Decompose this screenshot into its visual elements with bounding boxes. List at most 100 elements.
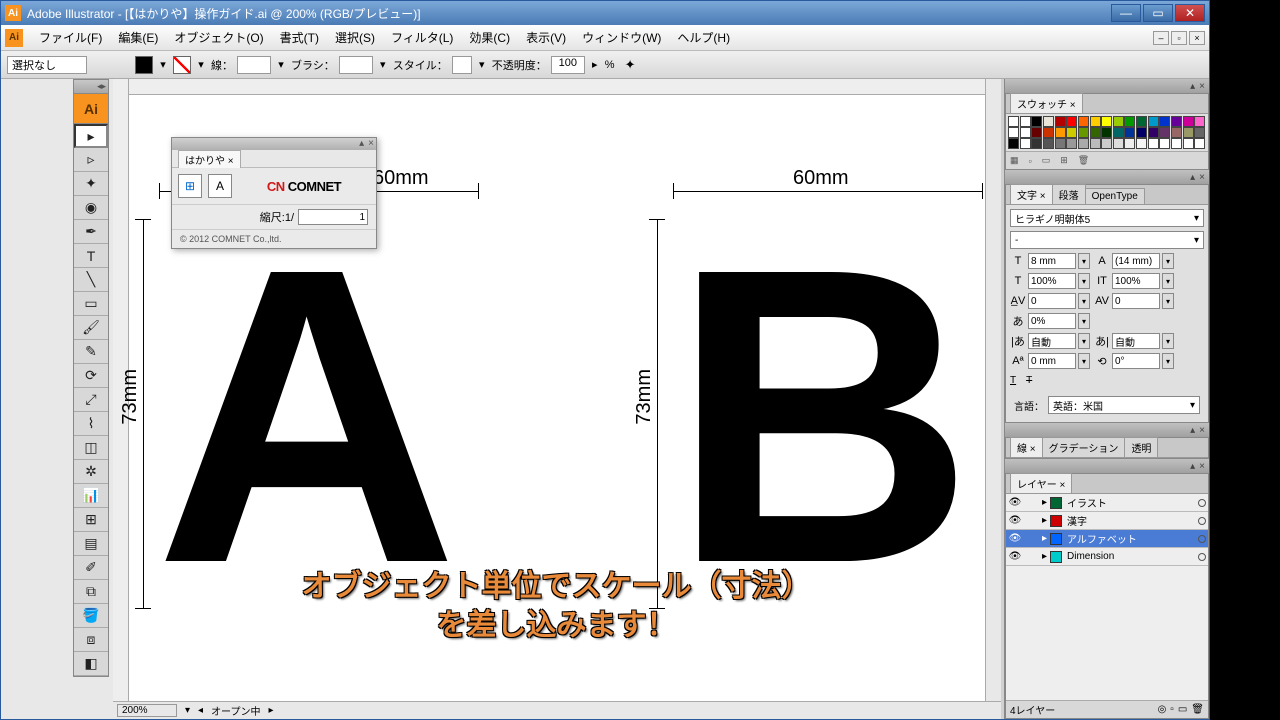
brush-dropdown[interactable]: ▾ [377, 58, 389, 71]
menu-edit[interactable]: 編集(E) [110, 26, 166, 49]
swatch-color[interactable] [1043, 116, 1054, 127]
swatch-color[interactable] [1194, 127, 1205, 138]
recolor-icon[interactable]: ✦ [625, 57, 636, 73]
aki-right-input[interactable]: 自動 [1112, 333, 1160, 349]
swatch-color[interactable] [1055, 116, 1066, 127]
swatch-options-icon[interactable]: ⊞ [1060, 155, 1068, 166]
aki-left-input[interactable]: 自動 [1028, 333, 1076, 349]
hscale-drop[interactable]: ▾ [1078, 273, 1090, 289]
zoom-field[interactable]: 200% [117, 704, 177, 717]
layer-new-icon[interactable]: ▭ [1178, 704, 1187, 715]
scale-input[interactable] [298, 209, 368, 225]
menu-help[interactable]: ヘルプ(H) [669, 26, 738, 49]
canvas-scrollbar-v[interactable] [985, 79, 1001, 701]
swatch-color[interactable] [1194, 138, 1205, 149]
swatch-color[interactable] [1008, 116, 1019, 127]
brush-input[interactable] [339, 56, 373, 74]
symbol-sprayer-tool[interactable]: ✲ [74, 460, 108, 484]
swatch-color[interactable] [1148, 138, 1159, 149]
baseline-drop[interactable]: ▾ [1078, 353, 1090, 369]
gradient-tab[interactable]: グラデーション [1042, 437, 1126, 457]
gradient-tool[interactable]: ▤ [74, 532, 108, 556]
swatch-color[interactable] [1020, 127, 1031, 138]
hand-next-icon[interactable]: ▸ [268, 705, 273, 716]
type-tool[interactable]: T [74, 244, 108, 268]
visibility-icon[interactable]: 👁 [1008, 551, 1022, 562]
swatch-folder-icon[interactable]: ▭ [1042, 155, 1051, 166]
underline-button[interactable]: T [1010, 375, 1016, 386]
rotate-tool[interactable]: ⟳ [74, 364, 108, 388]
swatch-color[interactable] [1066, 127, 1077, 138]
leading-input[interactable]: (14 mm) [1112, 253, 1160, 269]
stroke-dropdown[interactable]: ▾ [195, 58, 207, 71]
text-measure-button[interactable]: A [208, 174, 232, 198]
right-grip4[interactable]: ▴× [1005, 459, 1209, 473]
menu-view[interactable]: 表示(V) [518, 26, 574, 49]
baseline-input[interactable]: 0 mm [1028, 353, 1076, 369]
swatches-tab[interactable]: スウォッチ × [1010, 93, 1083, 113]
measure-button[interactable]: ⊞ [178, 174, 202, 198]
paragraph-tab[interactable]: 段落 [1052, 184, 1086, 204]
vscale-input[interactable]: 100% [1112, 273, 1160, 289]
swatch-color[interactable] [1078, 127, 1089, 138]
layer-target-icon[interactable]: ◎ [1158, 704, 1167, 715]
layer-target[interactable] [1198, 517, 1206, 525]
aki-left-drop[interactable]: ▾ [1078, 333, 1090, 349]
layer-row[interactable]: 👁▸イラスト [1006, 494, 1208, 512]
right-grip2[interactable]: ▴× [1005, 170, 1209, 184]
menu-filter[interactable]: フィルタ(L) [383, 26, 461, 49]
font-style-select[interactable]: -▾ [1010, 231, 1204, 249]
swatch-color[interactable] [1101, 116, 1112, 127]
swatch-color[interactable] [1159, 116, 1170, 127]
swatch-color[interactable] [1090, 127, 1101, 138]
layer-target[interactable] [1198, 553, 1206, 561]
swatch-color[interactable] [1183, 116, 1194, 127]
layer-delete-icon[interactable]: 🗑 [1191, 704, 1204, 715]
swatch-color[interactable] [1055, 127, 1066, 138]
swatch-color[interactable] [1171, 127, 1182, 138]
layer-row[interactable]: 👁▸アルファベット [1006, 530, 1208, 548]
swatch-color[interactable] [1136, 127, 1147, 138]
layer-row[interactable]: 👁▸Dimension [1006, 548, 1208, 566]
hakariya-tab[interactable]: はかりや × [178, 150, 241, 168]
selection-indicator[interactable]: 選択なし [7, 56, 87, 74]
swatch-color[interactable] [1043, 138, 1054, 149]
rotation-input[interactable]: 0° [1112, 353, 1160, 369]
swatch-color[interactable] [1043, 127, 1054, 138]
maximize-button[interactable]: ▭ [1143, 4, 1173, 22]
graph-tool[interactable]: 📊 [74, 484, 108, 508]
swatch-color[interactable] [1136, 138, 1147, 149]
swatch-color[interactable] [1031, 138, 1042, 149]
transparency-tab[interactable]: 透明 [1124, 437, 1158, 457]
swatch-color[interactable] [1008, 127, 1019, 138]
swatch-color[interactable] [1171, 138, 1182, 149]
style-dropdown[interactable]: ▾ [476, 58, 488, 71]
char-tab[interactable]: 文字 × [1010, 184, 1053, 204]
pencil-tool[interactable]: ✎ [74, 340, 108, 364]
eraser-tool[interactable]: ◧ [74, 652, 108, 676]
vscale-drop[interactable]: ▾ [1162, 273, 1174, 289]
swatch-color[interactable] [1090, 116, 1101, 127]
layer-target[interactable] [1198, 499, 1206, 507]
font-size-input[interactable]: 8 mm [1028, 253, 1076, 269]
menu-effect[interactable]: 効果(C) [461, 26, 518, 49]
swatch-color[interactable] [1113, 138, 1124, 149]
swatch-color[interactable] [1148, 127, 1159, 138]
menu-window[interactable]: ウィンドウ(W) [574, 26, 669, 49]
crop-tool[interactable]: ⧈ [74, 628, 108, 652]
panel-grip[interactable]: ▴× [172, 138, 376, 150]
swatch-color[interactable] [1101, 138, 1112, 149]
menu-select[interactable]: 選択(S) [327, 26, 383, 49]
eyedropper-tool[interactable]: ✐ [74, 556, 108, 580]
opacity-input[interactable]: 100 [551, 56, 585, 74]
panel-collapse-icon[interactable]: ▴ [359, 138, 364, 150]
menu-object[interactable]: オブジェクト(O) [166, 26, 271, 49]
doc-close-button[interactable]: × [1189, 31, 1205, 45]
swatch-new-icon[interactable]: ▫ [1029, 156, 1032, 166]
direct-selection-tool[interactable]: ▹ [74, 148, 108, 172]
fill-swatch[interactable] [135, 56, 153, 74]
pen-tool[interactable]: ✒ [74, 220, 108, 244]
paintbrush-tool[interactable]: 🖌 [74, 316, 108, 340]
fill-dropdown[interactable]: ▾ [157, 58, 169, 71]
swatch-color[interactable] [1031, 116, 1042, 127]
